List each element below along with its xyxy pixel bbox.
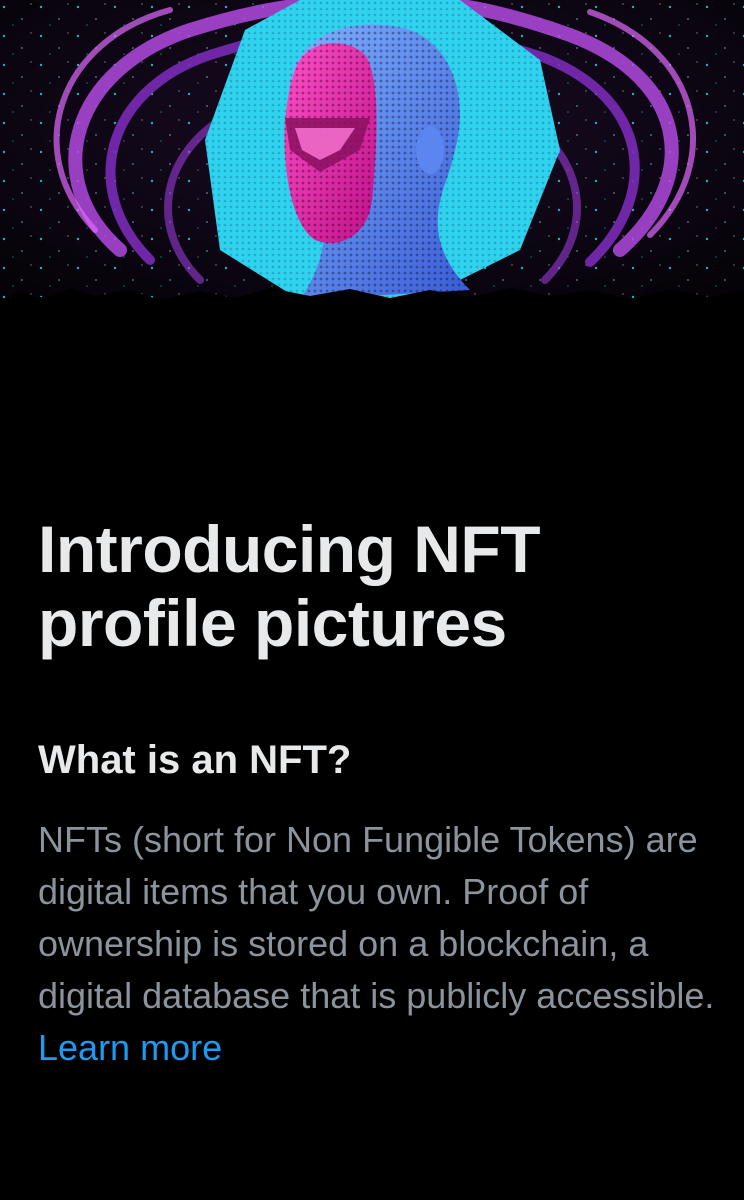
nft-description-paragraph: NFTs (short for Non Fungible Tokens) are… <box>38 814 718 1074</box>
nft-hero-illustration <box>0 0 744 310</box>
learn-more-link[interactable]: Learn more <box>38 1027 222 1068</box>
section-heading: What is an NFT? <box>38 738 352 782</box>
article-content: Introducing NFT profile pictures What is… <box>38 500 718 1074</box>
nft-description-text: NFTs (short for Non Fungible Tokens) are… <box>38 819 715 1016</box>
page-title: Introducing NFT profile pictures <box>38 512 541 660</box>
nft-artwork-svg <box>0 0 744 310</box>
